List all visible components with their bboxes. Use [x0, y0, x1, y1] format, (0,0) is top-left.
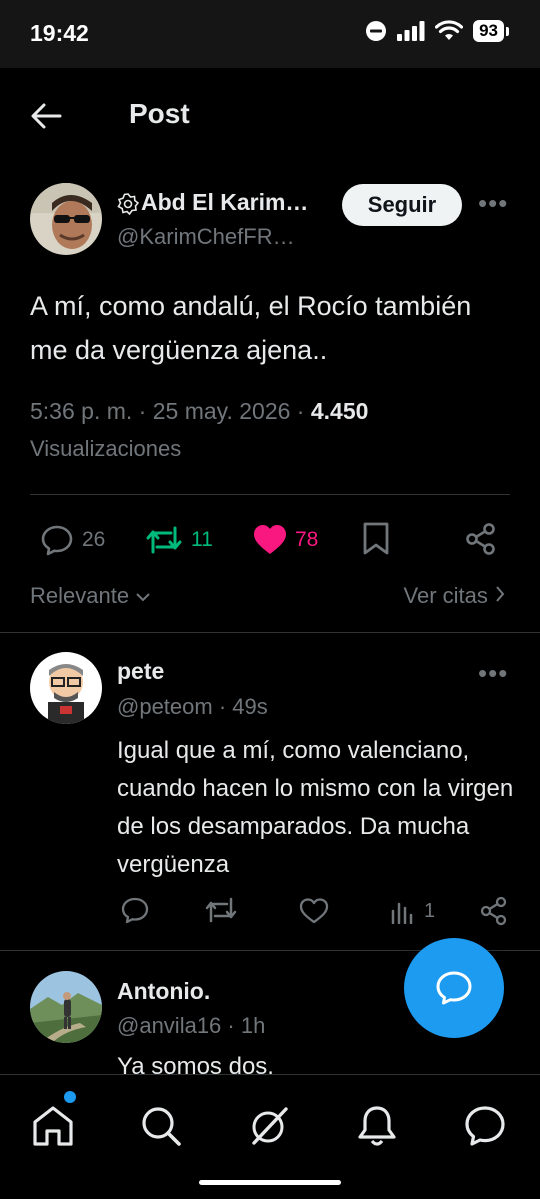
view-quotes-link[interactable]: Ver citas [404, 583, 507, 609]
author-name[interactable]: Abd El Karim… [141, 189, 308, 216]
chevron-down-icon [136, 593, 150, 602]
arrow-left-icon[interactable] [28, 98, 64, 134]
chevron-right-icon [496, 586, 505, 602]
verified-org-icon [117, 193, 139, 215]
views-count: 4.450 [310, 398, 369, 424]
reply-author-name[interactable]: Antonio. [117, 978, 210, 1005]
more-options-icon[interactable]: ••• [478, 188, 508, 219]
signal-icon [397, 21, 425, 41]
heart-filled-icon [254, 525, 286, 554]
follow-button[interactable]: Seguir [342, 184, 462, 226]
meta-separator: · [218, 694, 233, 719]
like-button[interactable]: 78 [253, 524, 318, 556]
views-label: Visualizaciones [30, 436, 182, 461]
author-avatar[interactable] [30, 183, 102, 255]
reply-avatar[interactable] [30, 652, 102, 724]
share-icon[interactable] [464, 522, 498, 556]
grok-icon[interactable] [246, 1103, 292, 1149]
meta-separator: · [227, 1013, 241, 1038]
reply-icon[interactable] [120, 896, 150, 924]
chat-plus-icon [436, 971, 472, 1005]
status-time: 19:42 [30, 20, 89, 46]
author-handle[interactable]: @KarimChefFR… [117, 224, 295, 250]
reply-handle[interactable]: @peteom [117, 694, 213, 719]
repost-count: 11 [191, 528, 213, 551]
sort-dropdown[interactable]: Relevante [30, 583, 151, 609]
reply-time: 49s [232, 694, 268, 719]
reply-author-name[interactable]: pete [117, 658, 164, 685]
views-stat[interactable]: 1 [390, 898, 435, 924]
post-time: 5:36 p. m. [30, 398, 133, 424]
reply-text: Igual que a mí, como valenciano, cuando … [117, 737, 514, 878]
compose-reply-button[interactable] [404, 938, 504, 1038]
search-icon[interactable] [138, 1103, 184, 1149]
notifications-bell-icon[interactable] [354, 1103, 400, 1149]
top-bar: Post [0, 68, 540, 160]
messages-icon[interactable] [462, 1103, 508, 1149]
post-date: 25 may. 2026 [152, 398, 291, 424]
repost-button[interactable]: 11 [145, 524, 213, 556]
home-indicator [199, 1180, 341, 1185]
reply-time: 1h [240, 1013, 266, 1038]
battery-icon: 93 [473, 20, 509, 42]
quotes-label: Ver citas [403, 583, 488, 608]
home-icon[interactable] [30, 1103, 76, 1149]
sort-label: Relevante [30, 583, 130, 608]
reply-views-count: 1 [424, 899, 436, 922]
more-options-icon[interactable]: ••• [478, 658, 508, 689]
reply-author-handle: @anvila16 · 1h [117, 1013, 265, 1039]
share-icon[interactable] [479, 896, 509, 926]
post-meta: 5:36 p. m. · 25 may. 2026 · 4.450 [30, 398, 368, 425]
reply-author-handle: @peteom · 49s [117, 694, 268, 720]
post-text: A mí, como andalú, el Rocío también me d… [30, 291, 472, 365]
divider [30, 494, 510, 495]
status-bar: 19:42 93 [0, 0, 540, 68]
page-title: Post [129, 98, 190, 129]
reply-handle[interactable]: @anvila16 [117, 1013, 221, 1038]
notification-dot [64, 1091, 76, 1103]
heart-icon[interactable] [299, 897, 329, 925]
divider [0, 632, 540, 633]
reply-avatar[interactable] [30, 971, 102, 1043]
bookmark-icon[interactable] [362, 522, 390, 556]
wifi-icon [435, 20, 464, 40]
like-count: 78 [295, 528, 319, 551]
repost-icon[interactable] [204, 896, 238, 924]
dnd-icon [366, 21, 387, 41]
analytics-icon [391, 902, 413, 924]
reply-button[interactable]: 26 [40, 524, 105, 556]
status-icons: 93 [365, 20, 509, 42]
meta-separator: · [138, 398, 153, 424]
meta-separator: · [296, 398, 311, 424]
reply-count: 26 [82, 528, 106, 551]
reply-icon [41, 525, 73, 556]
repost-icon [146, 526, 182, 554]
